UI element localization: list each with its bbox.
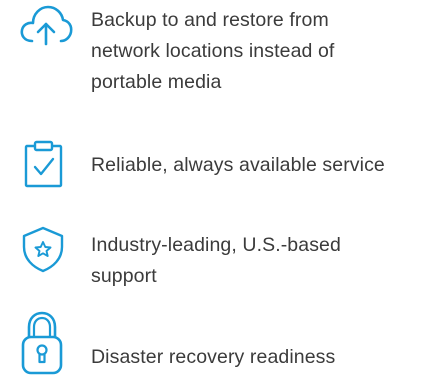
feature-line: network locations instead of <box>91 40 335 62</box>
feature-text: Reliable, always available service <box>91 150 419 181</box>
feature-text: Backup to and restore from network locat… <box>91 5 419 98</box>
feature-text: Industry-leading, U.S.-based support <box>91 230 419 292</box>
padlock-icon <box>20 311 72 375</box>
feature-line: Industry-leading, U.S.-based <box>91 234 341 256</box>
feature-line: portable media <box>91 71 222 93</box>
cloud-upload-icon <box>20 3 73 51</box>
clipboard-check-icon <box>20 140 72 189</box>
shield-star-icon <box>20 225 72 273</box>
feature-text: Disaster recovery readiness <box>91 342 419 373</box>
feature-line: Backup to and restore from <box>91 9 329 31</box>
feature-line: Disaster recovery readiness <box>91 346 336 368</box>
feature-line: support <box>91 265 157 287</box>
feature-line: Reliable, always available service <box>91 154 385 176</box>
